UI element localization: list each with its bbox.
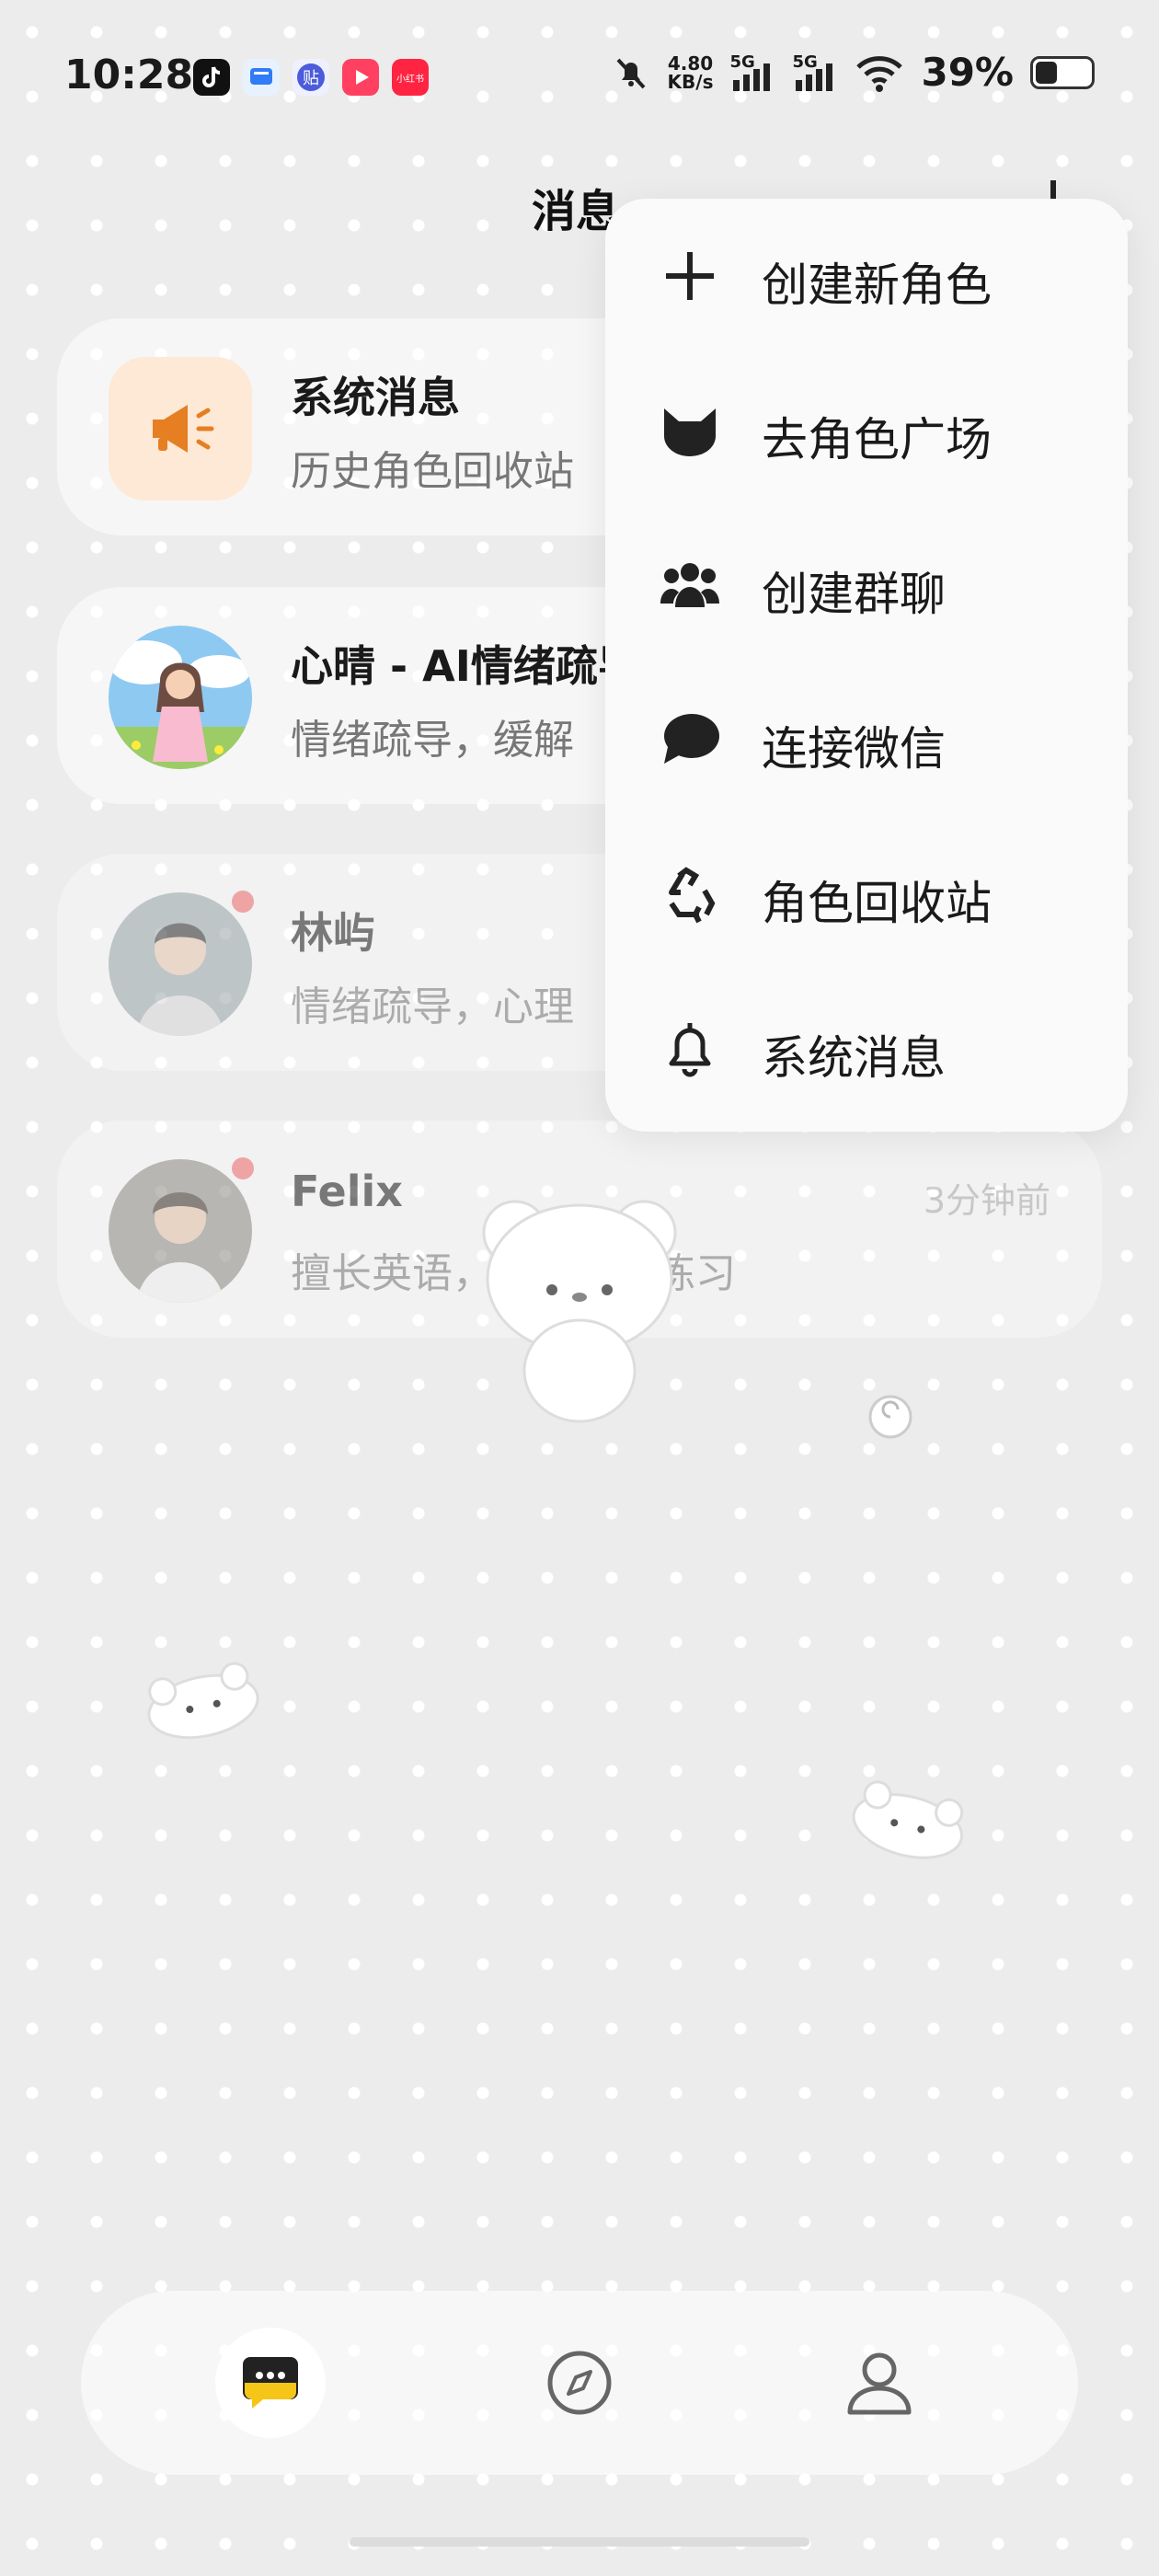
bell-icon [669,1023,711,1077]
tab-profile[interactable] [824,2328,935,2438]
menu-item-create-character[interactable]: 创建新角色 [605,199,1128,353]
notification-app-icons: 贴 小红书 [193,59,429,96]
avatar [109,1159,252,1303]
tab-messages[interactable] [215,2328,326,2438]
sim1-label: 5G [729,52,755,72]
tieba-icon: 贴 [293,59,329,96]
unread-dot [232,1157,254,1179]
compass-icon [547,2351,612,2415]
bottom-tab-bar [81,2291,1078,2475]
net-speed: 4.80 KB/s [668,54,714,91]
battery-percent: 39% [921,50,1014,95]
xiaohongshu-icon-text: 小红书 [396,73,424,85]
cat-face-icon [664,408,716,456]
girl-portrait-icon [109,626,252,769]
conversation-title: 林屿 [291,908,375,958]
chat-bubble-icon [664,714,719,764]
menu-item-character-plaza[interactable]: 去角色广场 [605,353,1128,508]
menu-item-recycle-bin[interactable]: 角色回收站 [605,817,1128,972]
conversation-preview: 情绪疏导，心理 [291,983,574,1030]
megaphone-icon [153,405,214,453]
man-portrait-icon [109,1159,252,1303]
status-bar: 10:28 贴 小红书 4.80 KB/s 5G 5G 39% [0,0,1159,156]
status-time: 10:28 [64,52,194,98]
status-right: 4.80 KB/s 5G 5G 39% [611,50,1095,95]
paw-swirl-icon [868,1395,912,1439]
wifi-icon [856,55,903,92]
add-menu-popup: 创建新角色 去角色广场 创建群聊 连接微信 角色回收站 系统消息 [605,199,1128,1132]
video-red-icon [342,59,379,96]
battery-icon [1030,55,1095,89]
unread-dot [232,891,254,913]
menu-item-label: 去角色广场 [762,413,992,466]
recycle-icon [669,867,716,924]
menu-item-system-messages[interactable]: 系统消息 [605,972,1128,1126]
tieba-icon-text: 贴 [303,69,319,88]
menu-item-connect-wechat[interactable]: 连接微信 [605,662,1128,817]
tab-discover[interactable] [524,2328,635,2438]
bear-decoration-icon [147,1662,259,1740]
group-users-icon [660,563,719,607]
tiktok-icon [193,59,230,96]
user-icon [847,2352,912,2415]
sim2-label: 5G [792,52,818,72]
app-blue-icon [243,59,280,96]
conversation-title: 系统消息 [291,373,460,422]
conversation-title: Felix [291,1167,403,1216]
net-speed-value: 4.80 [667,52,714,75]
conversation-title: 心晴 - AI情绪疏导 [291,641,640,691]
signal-sim2: 5G [792,52,838,93]
net-speed-unit: KB/s [667,70,714,93]
xiaohongshu-icon: 小红书 [392,59,429,96]
menu-item-label: 创建群聊 [762,568,946,621]
mute-bell-icon [616,58,645,88]
avatar [109,626,252,769]
menu-item-create-group[interactable]: 创建群聊 [605,508,1128,662]
avatar [109,892,252,1036]
conversation-preview: 历史角色回收站 [291,448,574,495]
signal-sim1: 5G [729,52,775,93]
menu-item-label: 角色回收站 [762,877,992,930]
home-indicator[interactable] [350,2537,809,2547]
menu-item-label: 创建新角色 [762,259,992,312]
menu-item-label: 系统消息 [762,1031,946,1085]
plus-icon [666,252,714,300]
system-message-avatar [109,357,252,500]
menu-item-label: 连接微信 [762,722,946,776]
bear-decoration-icon [852,1780,964,1859]
man-portrait-icon [109,892,252,1036]
conversation-time: 3分钟前 [923,1180,1050,1221]
chat-icon [243,2357,298,2409]
bear-decoration-icon [482,1200,677,1423]
conversation-preview: 情绪疏导，缓解 [291,717,574,764]
